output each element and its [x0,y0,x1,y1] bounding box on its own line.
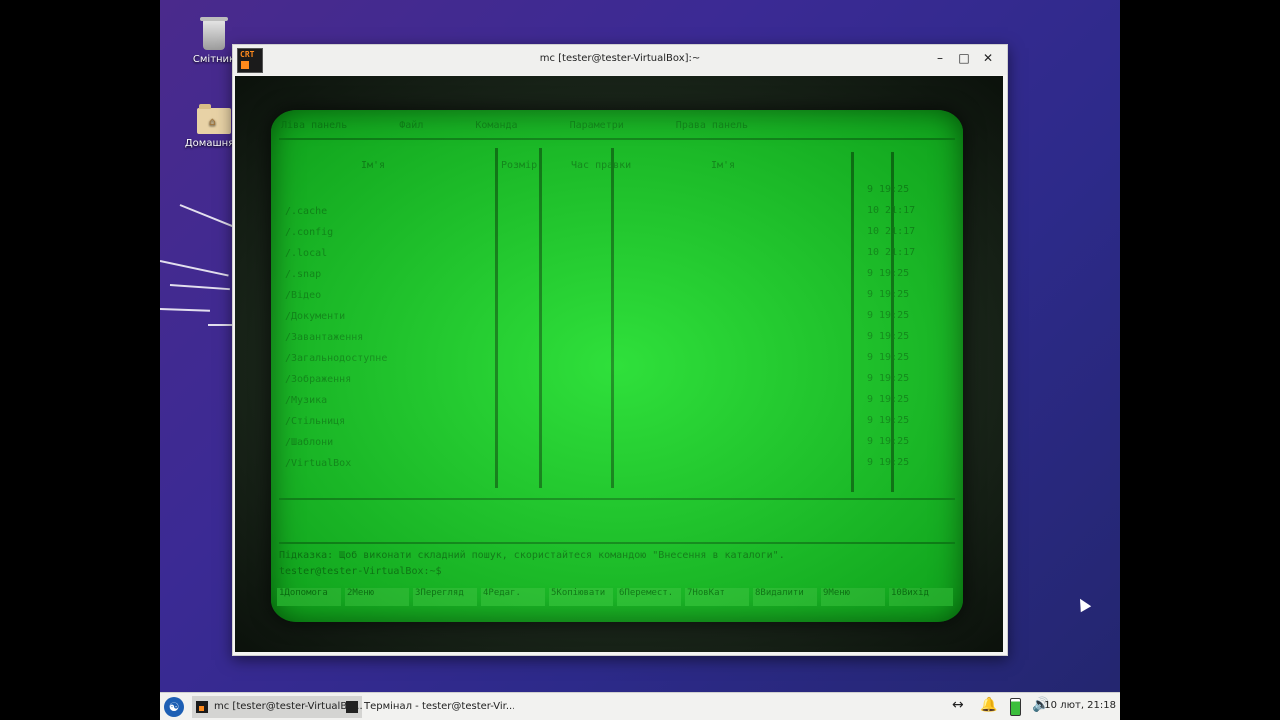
menu-file[interactable]: Файл [399,120,423,131]
taskbar: ☯ mc [tester@tester-VirtualBo... Терміна… [160,692,1120,720]
date-row: 9 19:25 [867,457,910,468]
wallpaper-streak [160,308,211,312]
panel-divider [611,148,614,488]
crt-bezel: Ліва панель Файл Команда Параметри Права… [235,76,1003,652]
file-row[interactable]: /.config [285,227,505,248]
panel-divider [539,148,542,488]
mc-window: CRT mc [tester@tester-VirtualBox]:~ – □ … [232,44,1008,656]
right-col-name: Ім'я [711,160,736,171]
wallpaper-streak [169,284,230,291]
panel-bottom-border [279,498,955,500]
wallpaper-streak [179,204,237,229]
task-label: Термінал - tester@tester-Vir... [364,701,514,712]
file-row[interactable]: /Стільниця [285,416,505,437]
fkey-copy[interactable]: 5Копіювати [549,588,613,606]
file-row[interactable]: /.snap [285,269,505,290]
function-key-bar: 1Допомога 2Меню 3Перегляд 4Редаг. 5Копію… [277,588,957,606]
crt-screen[interactable]: Ліва панель Файл Команда Параметри Права… [271,110,963,622]
home-folder-icon: ⌂ [197,104,231,134]
file-row[interactable]: /Завантаження [285,332,505,353]
mc-menubar: Ліва панель Файл Команда Параметри Права… [281,120,953,134]
fkey-quit[interactable]: 10Вихід [889,588,953,606]
date-row: 9 19:25 [867,373,910,384]
left-file-list[interactable]: /.cache /.config /.local /.snap /Відео /… [285,206,505,479]
maximize-button[interactable]: □ [955,51,973,65]
close-button[interactable]: ✕ [979,51,997,65]
date-row: 9 19:25 [867,310,910,321]
terminal-area[interactable]: Ліва панель Файл Команда Параметри Права… [235,76,1003,652]
date-row: 10 21:17 [867,226,916,237]
file-row[interactable]: /Музика [285,395,505,416]
date-row: 10 21:17 [867,205,916,216]
window-title: mc [tester@tester-VirtualBox]:~ [539,53,701,64]
clock[interactable]: 10 лют, 21:18 [1044,700,1116,711]
fkey-edit[interactable]: 4Редаг. [481,588,545,606]
file-row[interactable]: /Відео [285,290,505,311]
date-row: 9 19:25 [867,289,910,300]
wallpaper-streak [160,260,229,277]
date-row: 9 19:25 [867,268,910,279]
window-titlebar[interactable]: CRT mc [tester@tester-VirtualBox]:~ – □ … [233,45,1007,75]
menu-options[interactable]: Параметри [570,120,624,131]
date-row: 9 19:25 [867,331,910,342]
status-border [279,542,955,544]
left-col-size: Розмір [501,160,538,171]
left-col-name: Ім'я [361,160,386,171]
task-label: mc [tester@tester-VirtualBo... [214,701,362,712]
file-row[interactable]: /Документи [285,311,505,332]
task-mc[interactable]: mc [tester@tester-VirtualBo... [192,696,362,718]
desktop-icon-label: Смітник [192,54,236,65]
fkey-view[interactable]: 3Перегляд [413,588,477,606]
file-row[interactable]: /.local [285,248,505,269]
command-prompt[interactable]: tester@tester-VirtualBox:~$ [279,566,442,577]
date-row: 9 19:25 [867,184,910,195]
wallpaper-streak [208,324,232,326]
file-row[interactable]: /VirtualBox [285,458,505,479]
trash-icon [200,17,228,50]
right-file-list[interactable]: 9 19:25 10 21:17 10 21:17 10 21:17 9 19:… [867,184,959,478]
file-row[interactable]: /Шаблони [285,437,505,458]
crt-app-icon [196,701,208,713]
fkey-mkdir[interactable]: 7НовКат [685,588,749,606]
hint-line: Підказка: Щоб виконати складний пошук, с… [279,550,785,561]
fkey-help[interactable]: 1Допомога [277,588,341,606]
date-row: 9 19:25 [867,436,910,447]
file-row[interactable]: /Загальнодоступне [285,353,505,374]
task-terminal[interactable]: Термінал - tester@tester-Vir... [342,696,514,718]
notification-bell-icon[interactable]: 🔔 [980,697,997,713]
fkey-pulldown[interactable]: 9Меню [821,588,885,606]
panel-divider [851,152,854,492]
menu-left-panel[interactable]: Ліва панель [281,120,347,131]
battery-icon[interactable] [1010,698,1021,716]
menu-right-panel[interactable]: Права панель [676,120,748,131]
fkey-move[interactable]: 6Перемест. [617,588,681,606]
terminal-icon [346,701,358,713]
app-menu-icon[interactable]: ☯ [164,697,184,717]
minimize-button[interactable]: – [931,51,949,65]
file-row[interactable]: /Зображення [285,374,505,395]
date-row: 9 19:25 [867,394,910,405]
left-col-time: Час правки [571,160,632,171]
file-row[interactable]: /.cache [285,206,505,227]
network-icon[interactable]: ↔ [952,697,964,713]
desktop: Смітник ⌂ Домашня т CRT mc [tester@teste… [160,0,1120,720]
date-row: 9 19:25 [867,415,910,426]
date-row: 9 19:25 [867,352,910,363]
panel-border [279,138,955,140]
menu-command[interactable]: Команда [475,120,517,131]
mouse-cursor-icon [1074,595,1092,613]
date-row: 10 21:17 [867,247,916,258]
fkey-delete[interactable]: 8Видалити [753,588,817,606]
fkey-menu[interactable]: 2Меню [345,588,409,606]
